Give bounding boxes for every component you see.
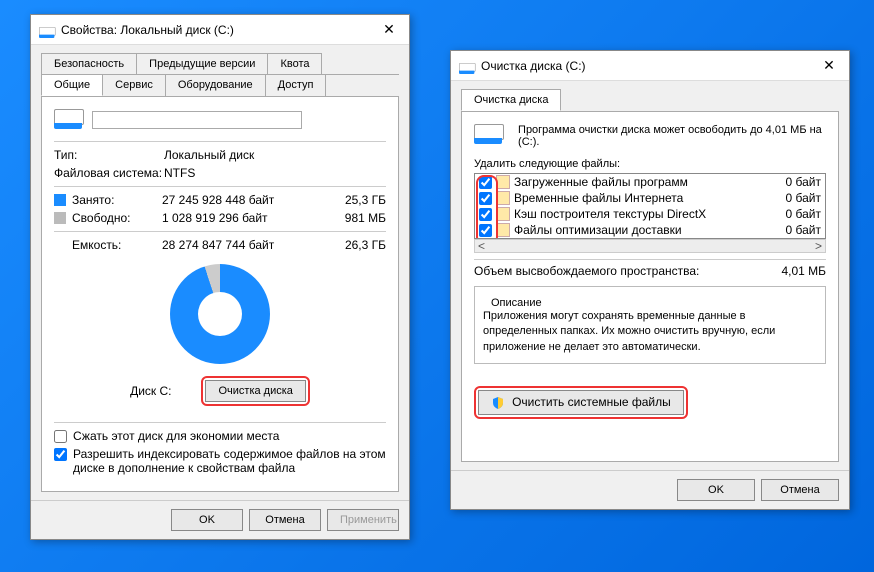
scroll-right-icon[interactable]: > xyxy=(815,239,822,253)
file-size: 0 байт xyxy=(771,207,821,221)
free-bytes: 1 028 919 296 байт xyxy=(162,211,330,225)
file-row[interactable]: Временные файлы Интернета 0 байт xyxy=(475,190,825,206)
used-size: 25,3 ГБ xyxy=(330,193,386,207)
ok-button[interactable]: OK xyxy=(171,509,243,531)
capacity-size: 26,3 ГБ xyxy=(330,238,386,252)
used-color-icon xyxy=(54,194,66,206)
folder-icon xyxy=(496,207,510,221)
index-label: Разрешить индексировать содержимое файло… xyxy=(73,447,386,475)
type-value: Локальный диск xyxy=(164,148,386,162)
titlebar[interactable]: Свойства: Локальный диск (C:) ✕ xyxy=(31,15,409,45)
cleanup-highlight: Очистка диска xyxy=(201,376,309,406)
folder-icon xyxy=(496,191,510,205)
cancel-button[interactable]: Отмена xyxy=(761,479,839,501)
drive-icon xyxy=(39,22,55,38)
dialog-buttons: OK Отмена Применить xyxy=(31,500,409,539)
file-row[interactable]: Кэш построителя текстуры DirectX 0 байт xyxy=(475,206,825,222)
tab-quota[interactable]: Квота xyxy=(267,53,322,74)
ok-button[interactable]: OK xyxy=(677,479,755,501)
file-row[interactable]: Загруженные файлы программ 0 байт xyxy=(475,174,825,190)
space-label: Объем высвобождаемого пространства: xyxy=(474,264,699,278)
folder-icon xyxy=(496,223,510,237)
tab-general[interactable]: Общие xyxy=(41,74,103,96)
usage-chart xyxy=(170,264,270,364)
capacity-label: Емкость: xyxy=(72,238,162,252)
dialog-buttons: OK Отмена xyxy=(451,470,849,509)
disk-label: Диск C: xyxy=(130,384,171,398)
type-label: Тип: xyxy=(54,148,164,162)
tab-previous-versions[interactable]: Предыдущие версии xyxy=(136,53,268,74)
cleanup-panel: Программа очистки диска может освободить… xyxy=(461,111,839,462)
properties-window: Свойства: Локальный диск (C:) ✕ Безопасн… xyxy=(30,14,410,540)
cleanup-drive-icon xyxy=(474,124,504,148)
space-value: 4,01 МБ xyxy=(781,264,826,278)
drive-large-icon xyxy=(54,109,82,131)
file-name: Кэш построителя текстуры DirectX xyxy=(514,207,771,221)
tabs-row-1: Безопасность Предыдущие версии Квота xyxy=(41,53,399,75)
clean-system-highlight: Очистить системные файлы xyxy=(474,386,688,419)
used-bytes: 27 245 928 448 байт xyxy=(162,193,330,207)
window-title: Очистка диска (C:) xyxy=(481,59,817,73)
volume-label-input[interactable] xyxy=(92,111,302,129)
fs-value: NTFS xyxy=(164,166,386,180)
tabs-row-2: Общие Сервис Оборудование Доступ xyxy=(41,74,399,97)
description-text: Приложения могут сохранять временные дан… xyxy=(483,309,817,355)
used-label: Занято: xyxy=(72,193,162,207)
compress-checkbox[interactable] xyxy=(54,430,67,443)
file-name: Временные файлы Интернета xyxy=(514,191,771,205)
file-size: 0 байт xyxy=(771,191,821,205)
delete-files-label: Удалить следующие файлы: xyxy=(474,158,826,170)
fs-label: Файловая система: xyxy=(54,166,164,180)
cleanup-window: Очистка диска (C:) ✕ Очистка диска Прогр… xyxy=(450,50,850,510)
cleanup-icon xyxy=(459,58,475,74)
tab-hardware[interactable]: Оборудование xyxy=(165,74,266,96)
free-color-icon xyxy=(54,212,66,224)
apply-button[interactable]: Применить xyxy=(327,509,399,531)
folder-icon xyxy=(496,175,510,189)
general-panel: Тип:Локальный диск Файловая система:NTFS… xyxy=(41,96,399,492)
clean-system-files-label: Очистить системные файлы xyxy=(512,395,671,409)
file-checkbox[interactable] xyxy=(479,176,492,189)
tab-cleanup[interactable]: Очистка диска xyxy=(461,89,561,111)
index-checkbox[interactable] xyxy=(54,448,67,461)
description-group: Описание Приложения могут сохранять врем… xyxy=(474,286,826,364)
compress-label: Сжать этот диск для экономии места xyxy=(73,429,279,443)
horizontal-scrollbar[interactable]: <> xyxy=(474,239,826,253)
close-icon[interactable]: ✕ xyxy=(377,21,401,38)
file-list[interactable]: Загруженные файлы программ 0 байт Времен… xyxy=(474,173,826,239)
file-checkbox[interactable] xyxy=(479,192,492,205)
close-icon[interactable]: ✕ xyxy=(817,57,841,74)
description-title: Описание xyxy=(487,297,546,309)
shield-icon xyxy=(491,396,505,410)
intro-text: Программа очистки диска может освободить… xyxy=(518,124,826,148)
file-checkbox[interactable] xyxy=(479,224,492,237)
scroll-left-icon[interactable]: < xyxy=(478,239,485,253)
clean-system-files-button[interactable]: Очистить системные файлы xyxy=(478,390,684,415)
file-row[interactable]: Файлы оптимизации доставки 0 байт xyxy=(475,222,825,238)
tab-security[interactable]: Безопасность xyxy=(41,53,137,74)
titlebar[interactable]: Очистка диска (C:) ✕ xyxy=(451,51,849,81)
disk-cleanup-button[interactable]: Очистка диска xyxy=(205,380,305,402)
file-size: 0 байт xyxy=(771,223,821,237)
cancel-button[interactable]: Отмена xyxy=(249,509,321,531)
file-checkbox[interactable] xyxy=(479,208,492,221)
tab-tools[interactable]: Сервис xyxy=(102,74,166,96)
file-name: Файлы оптимизации доставки xyxy=(514,223,771,237)
window-title: Свойства: Локальный диск (C:) xyxy=(61,23,377,37)
free-label: Свободно: xyxy=(72,211,162,225)
tab-sharing[interactable]: Доступ xyxy=(265,74,327,96)
file-size: 0 байт xyxy=(771,175,821,189)
file-name: Загруженные файлы программ xyxy=(514,175,771,189)
free-size: 981 МБ xyxy=(330,211,386,225)
capacity-bytes: 28 274 847 744 байт xyxy=(162,238,330,252)
